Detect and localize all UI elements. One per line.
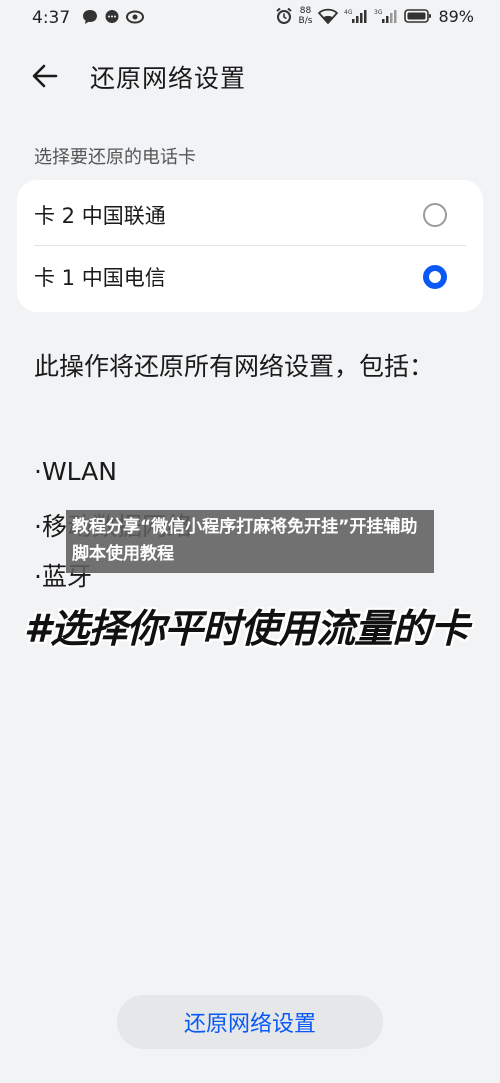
overlay-text: 教程分享“微信小程序打麻将免开挂”开挂辅助脚本使用教程 xyxy=(72,517,418,564)
wifi-icon xyxy=(318,8,339,24)
sim-card-list: 卡 2 中国联通 卡 1 中国电信 xyxy=(17,180,483,312)
overlay-banner: 教程分享“微信小程序打麻将免开挂”开挂辅助脚本使用教程 xyxy=(66,510,434,573)
app-header: 还原网络设置 xyxy=(0,48,500,104)
status-right: 88 B/s 4G 3G 89% xyxy=(275,6,474,26)
caption-text: #选择你平时使用流量的卡 xyxy=(24,607,469,652)
sim-option-label: 卡 2 中国联通 xyxy=(34,204,166,228)
signal-3g-icon: 3G xyxy=(374,9,397,23)
sim-option-label: 卡 1 中国电信 xyxy=(34,266,166,290)
status-bar: 4:37 88 B/s 4G 3G 89% xyxy=(0,0,500,36)
svg-text:3G: 3G xyxy=(374,9,383,16)
reset-description: 此操作将还原所有网络设置，包括： xyxy=(34,352,435,381)
battery-icon xyxy=(404,9,432,23)
eye-icon xyxy=(126,10,144,24)
reset-network-settings-button[interactable]: 还原网络设置 xyxy=(117,995,383,1049)
notification-icons xyxy=(82,9,144,25)
alarm-icon xyxy=(275,7,292,24)
network-speed-value: 88 xyxy=(299,6,312,16)
back-arrow-icon xyxy=(32,64,58,88)
sim-section-label: 选择要还原的电话卡 xyxy=(34,147,196,168)
message-icon xyxy=(105,10,119,23)
bullet-wlan: ·WLAN xyxy=(34,457,117,486)
sim-option-card2[interactable]: 卡 2 中国联通 xyxy=(17,182,483,248)
signal-4g-icon: 4G xyxy=(344,9,367,23)
network-speed: 88 B/s xyxy=(299,6,313,26)
network-speed-unit: B/s xyxy=(298,16,313,26)
status-time: 4:37 xyxy=(32,8,71,28)
page-title: 还原网络设置 xyxy=(90,64,247,93)
radio-selected[interactable] xyxy=(423,265,447,289)
sim-option-card1[interactable]: 卡 1 中国电信 xyxy=(17,244,483,310)
battery-percent: 89% xyxy=(438,6,474,26)
svg-text:4G: 4G xyxy=(344,9,353,16)
chat-bubble-icon xyxy=(83,10,97,24)
back-button[interactable] xyxy=(26,56,66,96)
radio-unselected[interactable] xyxy=(423,203,447,227)
